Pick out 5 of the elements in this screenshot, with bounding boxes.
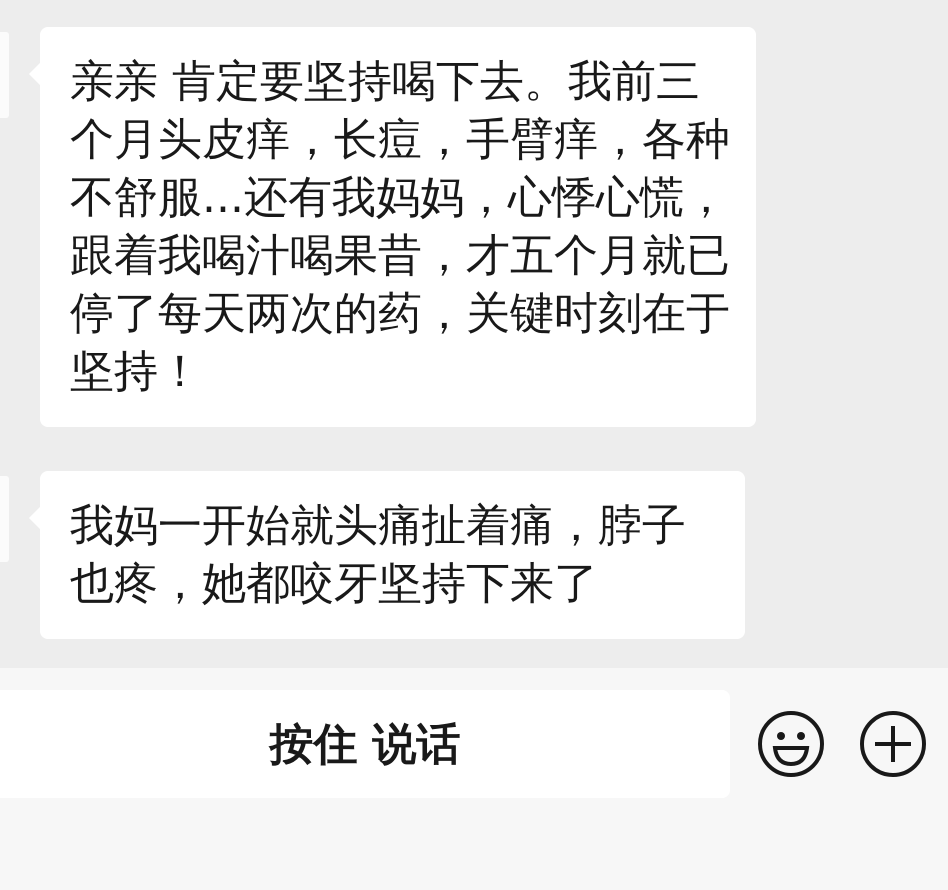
hold-to-talk-button[interactable]: 按住 说话	[0, 690, 730, 798]
plus-icon[interactable]	[859, 710, 927, 778]
emoji-icon[interactable]	[757, 710, 825, 778]
message-bubble: 我妈一开始就头痛扯着痛，脖子也疼，她都咬牙坚持下来了	[40, 471, 745, 639]
message-bubble: 亲亲 肯定要坚持喝下去。我前三个月头皮痒，长痘，手臂痒，各种不舒服...还有我妈妈，心悸心慌，跟着我喝汁喝果昔，才五个月就已停了每天两次的药，关键时刻在于坚持！	[40, 27, 756, 427]
